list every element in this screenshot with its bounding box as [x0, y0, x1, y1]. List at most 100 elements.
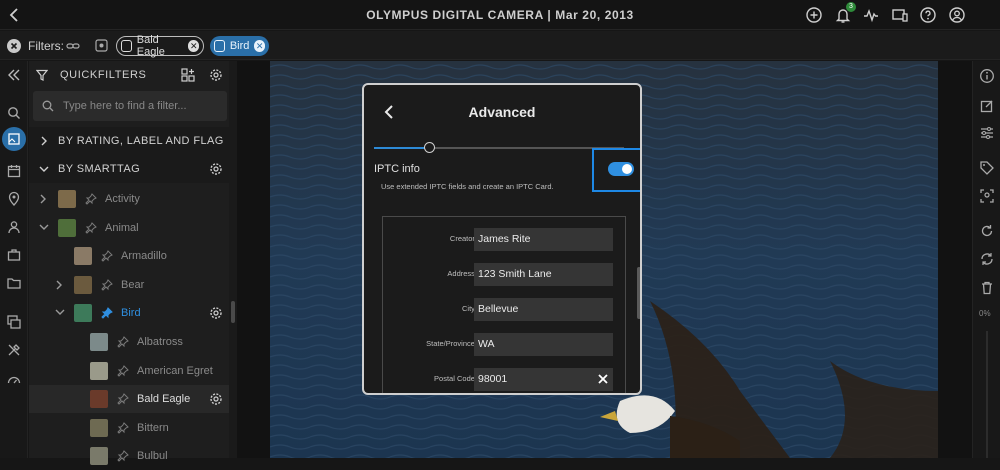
- pin-icon[interactable]: [101, 278, 113, 291]
- filter-chip-bald-eagle[interactable]: Bald Eagle ✕: [116, 34, 204, 58]
- filter-search-box[interactable]: [33, 91, 227, 121]
- pin-icon[interactable]: [117, 450, 129, 463]
- chevron-right-icon[interactable]: [38, 193, 48, 205]
- face-detect-icon[interactable]: [979, 188, 995, 204]
- remove-chip-icon[interactable]: ✕: [188, 40, 200, 52]
- pin-icon[interactable]: [101, 250, 113, 262]
- layout-icon[interactable]: [181, 68, 195, 82]
- collapse-panel-icon[interactable]: [6, 67, 22, 83]
- iptc-info-toggle[interactable]: [608, 162, 634, 176]
- city-field[interactable]: Bellevue: [474, 298, 613, 321]
- creator-field[interactable]: James Rite: [474, 228, 613, 251]
- tree-item-animal[interactable]: Animal: [29, 214, 229, 242]
- adjust-icon[interactable]: [979, 125, 995, 141]
- tree-item-activity[interactable]: Activity: [29, 185, 229, 213]
- toggle-knob: [622, 164, 632, 174]
- help-icon[interactable]: [919, 6, 937, 24]
- state-field[interactable]: WA: [474, 333, 613, 356]
- chevron-down-icon[interactable]: [38, 222, 50, 232]
- collections-icon[interactable]: [6, 314, 22, 330]
- sidebar-scrollbar[interactable]: [229, 61, 237, 458]
- zoom-slider[interactable]: [986, 331, 988, 458]
- address-field[interactable]: 123 Smith Lane: [474, 263, 613, 286]
- chip-label: Bald Eagle: [136, 34, 165, 58]
- tag-thumbnail: [74, 304, 92, 323]
- tag-thumbnail: [90, 390, 108, 409]
- add-icon[interactable]: [805, 6, 823, 24]
- field-label: Creator:: [449, 234, 477, 243]
- pin-icon[interactable]: [117, 336, 129, 348]
- pin-icon[interactable]: [117, 364, 129, 377]
- link-icon[interactable]: [66, 39, 80, 53]
- field-address: Address: 123 Smith Lane: [383, 263, 627, 287]
- section-rating-label-flag[interactable]: BY RATING, LABEL AND FLAG: [29, 127, 229, 155]
- pin-icon[interactable]: [117, 393, 129, 405]
- clear-filters-icon[interactable]: [7, 39, 21, 53]
- tree-item-armadillo[interactable]: Armadillo: [29, 242, 229, 270]
- tree-item-bald-eagle[interactable]: Bald Eagle: [29, 385, 229, 414]
- folder-icon[interactable]: [6, 275, 22, 291]
- filter-chip-bird[interactable]: Bird ✕: [210, 36, 269, 56]
- people-icon[interactable]: [6, 219, 22, 235]
- tree-item-label: Bear: [121, 278, 145, 291]
- devices-icon[interactable]: [891, 6, 909, 24]
- tree-item-label: Bald Eagle: [137, 393, 191, 406]
- clear-field-icon[interactable]: [597, 373, 609, 385]
- pin-icon[interactable]: [101, 307, 113, 320]
- gear-icon[interactable]: [209, 162, 223, 176]
- account-icon[interactable]: [948, 6, 966, 24]
- tree-item-albatross[interactable]: Albatross: [29, 328, 229, 356]
- gear-icon[interactable]: [209, 68, 223, 82]
- filter-search-input[interactable]: [63, 91, 221, 121]
- tree-item-american-egret[interactable]: American Egret: [29, 357, 229, 385]
- chevron-down-icon[interactable]: [54, 307, 66, 317]
- scrollbar-thumb[interactable]: [231, 301, 235, 323]
- tree-item-label: Armadillo: [121, 250, 167, 263]
- remove-chip-icon[interactable]: ✕: [254, 40, 265, 52]
- tree-item-bear[interactable]: Bear: [29, 271, 229, 299]
- tree-item-label: Bird: [121, 307, 141, 320]
- info-icon[interactable]: [979, 68, 995, 84]
- sync-icon[interactable]: [979, 251, 995, 267]
- tree-item-label: Bulbul: [137, 450, 168, 463]
- tag-icon: [121, 40, 132, 52]
- field-creator: Creator: James Rite: [383, 228, 627, 252]
- pin-icon[interactable]: [85, 221, 97, 234]
- photo-library-icon[interactable]: [6, 131, 22, 147]
- smarttag-icon[interactable]: [95, 39, 108, 52]
- tree-item-bulbul[interactable]: Bulbul: [29, 442, 229, 470]
- section-label: BY SMARTTAG: [58, 163, 141, 175]
- search-icon[interactable]: [6, 105, 22, 121]
- location-icon[interactable]: [6, 191, 22, 207]
- pin-icon[interactable]: [85, 193, 97, 205]
- pin-icon[interactable]: [117, 421, 129, 434]
- back-icon[interactable]: [6, 6, 24, 24]
- quality-slider[interactable]: [374, 142, 624, 153]
- notification-badge: 3: [846, 2, 856, 12]
- delete-icon[interactable]: [979, 280, 995, 296]
- chevron-right-icon: [39, 135, 49, 147]
- rotate-icon[interactable]: [979, 223, 995, 239]
- gear-icon[interactable]: [209, 306, 223, 320]
- chevron-right-icon[interactable]: [54, 279, 64, 291]
- tree-item-bird[interactable]: Bird: [29, 299, 229, 327]
- slider-handle[interactable]: [424, 142, 435, 153]
- section-smarttag[interactable]: BY SMARTTAG: [29, 155, 229, 183]
- activity-icon[interactable]: [862, 6, 880, 24]
- import-icon[interactable]: [6, 247, 22, 263]
- field-city: City: Bellevue: [383, 298, 627, 322]
- tools-icon[interactable]: [6, 342, 22, 358]
- calendar-icon[interactable]: [6, 163, 22, 179]
- tree-item-label: Animal: [105, 221, 139, 234]
- tree-item-label: Bittern: [137, 421, 169, 434]
- postal-code-field[interactable]: 98001: [474, 368, 613, 391]
- dashboard-icon[interactable]: [6, 372, 22, 388]
- tag-thumbnail: [90, 333, 108, 351]
- tree-item-bittern[interactable]: Bittern: [29, 414, 229, 442]
- tag-icon: [214, 40, 225, 52]
- dialog-scrollbar[interactable]: [637, 267, 640, 319]
- iptc-info-description: Use extended IPTC fields and create an I…: [381, 182, 554, 191]
- tag-icon[interactable]: [979, 160, 995, 176]
- edit-icon[interactable]: [979, 98, 995, 114]
- gear-icon[interactable]: [209, 392, 223, 406]
